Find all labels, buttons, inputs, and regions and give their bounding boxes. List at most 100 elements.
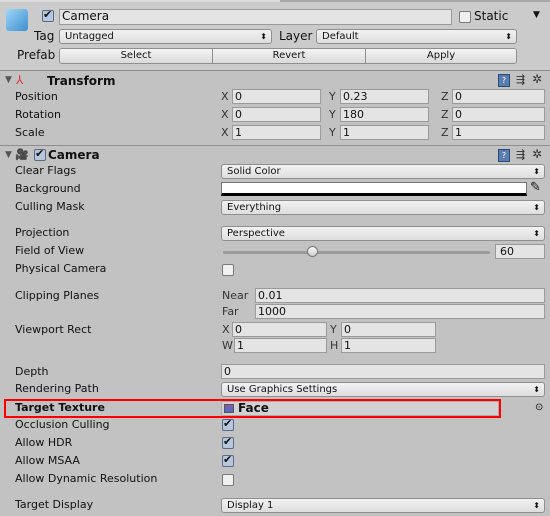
rotation-x[interactable]: 0 (232, 107, 321, 122)
position-label: Position (15, 90, 58, 103)
tag-dropdown[interactable]: Untagged ⬍ (59, 29, 272, 44)
camera-title: Camera (48, 148, 100, 162)
rendering-path-value: Use Graphics Settings (227, 384, 338, 395)
gameobject-cube-icon (6, 9, 28, 31)
updown-icon: ⬍ (533, 229, 540, 238)
viewport-y[interactable]: 0 (341, 322, 436, 337)
culling-mask-value: Everything (227, 202, 282, 213)
rendering-path-dropdown[interactable]: Use Graphics Settings ⬍ (221, 382, 545, 397)
updown-icon: ⬍ (533, 167, 540, 176)
preset-icon[interactable]: ⇶ (516, 148, 525, 161)
prefab-apply-button[interactable]: Apply (365, 48, 517, 64)
culling-mask-label: Culling Mask (15, 200, 85, 213)
viewport-h[interactable]: 1 (341, 338, 436, 353)
fov-input[interactable]: 60 (495, 244, 545, 259)
fov-slider-thumb[interactable] (306, 246, 318, 257)
foldout-icon[interactable]: ▼ (5, 75, 12, 85)
physical-camera-checkbox[interactable] (222, 264, 234, 276)
axis-y: Y (330, 323, 337, 336)
camera-enabled-checkbox[interactable] (34, 147, 46, 161)
axis-z: Z (441, 108, 449, 121)
preset-icon[interactable]: ⇶ (516, 73, 525, 86)
transform-header[interactable]: ▼ ⅄ Transform ? ⇶ ✲ (0, 72, 550, 90)
render-texture-icon (224, 404, 234, 413)
help-icon[interactable]: ? (498, 74, 510, 87)
fov-slider-track[interactable] (223, 251, 490, 254)
prefab-select-button[interactable]: Select (59, 48, 213, 64)
rotation-z[interactable]: 0 (452, 107, 545, 122)
active-checkbox[interactable] (42, 8, 54, 22)
clear-flags-dropdown[interactable]: Solid Color ⬍ (221, 164, 545, 179)
static-label: Static (474, 9, 509, 23)
static-dropdown-icon[interactable]: ▼ (533, 10, 540, 20)
depth-input[interactable]: 0 (221, 364, 545, 379)
target-display-label: Target Display (15, 498, 94, 511)
name-input[interactable]: Camera (59, 9, 452, 25)
physical-camera-label: Physical Camera (15, 262, 107, 275)
axis-x: X (221, 108, 229, 121)
rotation-label: Rotation (15, 108, 62, 121)
occlusion-culling-checkbox[interactable] (222, 417, 234, 431)
near-label: Near (222, 289, 249, 302)
scale-label: Scale (15, 126, 45, 139)
position-z[interactable]: 0 (452, 89, 545, 104)
background-label: Background (15, 182, 81, 195)
target-texture-field[interactable]: Face (221, 401, 499, 416)
target-texture-value: Face (238, 401, 269, 415)
projection-value: Perspective (227, 228, 285, 239)
clear-flags-label: Clear Flags (15, 164, 77, 177)
projection-dropdown[interactable]: Perspective ⬍ (221, 226, 545, 241)
culling-mask-dropdown[interactable]: Everything ⬍ (221, 200, 545, 215)
updown-icon: ⬍ (260, 32, 267, 41)
target-texture-label: Target Texture (15, 401, 105, 414)
axis-x: X (222, 323, 230, 336)
clear-flags-value: Solid Color (227, 166, 281, 177)
foldout-icon[interactable]: ▼ (5, 150, 12, 160)
gear-icon[interactable]: ✲ (532, 72, 542, 86)
background-color-field[interactable] (221, 182, 527, 196)
axis-y: Y (329, 90, 336, 103)
layer-label: Layer (279, 29, 313, 43)
gear-icon[interactable]: ✲ (532, 147, 542, 161)
axis-w: W (222, 339, 233, 352)
occlusion-culling-label: Occlusion Culling (15, 418, 110, 431)
projection-label: Projection (15, 226, 70, 239)
clipping-planes-label: Clipping Planes (15, 289, 100, 302)
position-x[interactable]: 0 (232, 89, 321, 104)
far-label: Far (222, 305, 239, 318)
tag-value: Untagged (65, 31, 114, 42)
updown-icon: ⬍ (533, 385, 540, 394)
allow-dynamic-resolution-label: Allow Dynamic Resolution (15, 472, 158, 485)
eyedropper-icon[interactable]: ✎ (530, 180, 541, 195)
target-display-dropdown[interactable]: Display 1 ⬍ (221, 498, 545, 513)
transform-title: Transform (47, 74, 116, 88)
near-input[interactable]: 0.01 (255, 288, 545, 303)
depth-label: Depth (15, 365, 49, 378)
allow-msaa-label: Allow MSAA (15, 454, 80, 467)
viewport-x[interactable]: 0 (232, 322, 327, 337)
position-y[interactable]: 0.23 (340, 89, 429, 104)
scale-x[interactable]: 1 (232, 125, 321, 140)
rotation-y[interactable]: 180 (340, 107, 429, 122)
static-checkbox[interactable] (459, 11, 471, 23)
tag-label: Tag (34, 29, 55, 43)
camera-icon: 🎥 (15, 148, 29, 161)
help-icon[interactable]: ? (498, 149, 510, 162)
object-picker-icon[interactable]: ⊙ (535, 402, 543, 413)
prefab-label: Prefab (17, 48, 56, 62)
axis-x: X (221, 126, 229, 139)
divider (0, 145, 550, 146)
prefab-revert-button[interactable]: Revert (212, 48, 366, 64)
allow-hdr-checkbox[interactable] (222, 435, 234, 449)
allow-msaa-checkbox[interactable] (222, 453, 234, 467)
scale-z[interactable]: 1 (452, 125, 545, 140)
far-input[interactable]: 1000 (255, 304, 545, 319)
updown-icon: ⬍ (533, 203, 540, 212)
rendering-path-label: Rendering Path (15, 382, 99, 395)
axis-y: Y (329, 126, 336, 139)
layer-dropdown[interactable]: Default ⬍ (316, 29, 517, 44)
allow-dynamic-resolution-checkbox[interactable] (222, 474, 234, 486)
viewport-w[interactable]: 1 (234, 338, 327, 353)
scale-y[interactable]: 1 (340, 125, 429, 140)
camera-header[interactable]: ▼ 🎥 Camera ? ⇶ ✲ (0, 147, 550, 165)
